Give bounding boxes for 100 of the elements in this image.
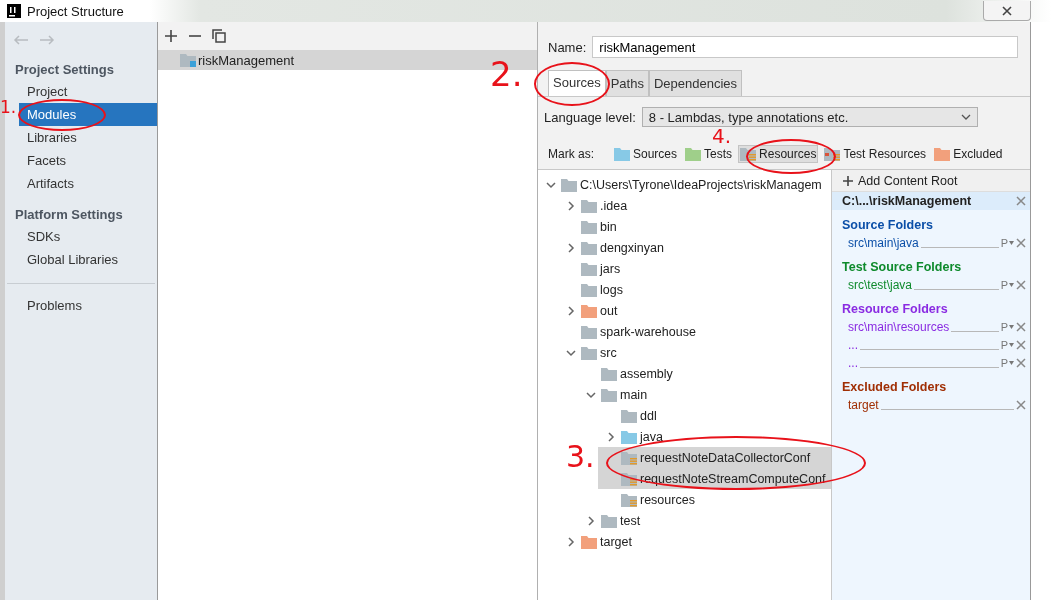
tree-row[interactable]: requestNoteStreamComputeConf: [598, 468, 831, 489]
tree-row[interactable]: spark-warehouse: [558, 321, 831, 342]
remove-icon[interactable]: [1016, 358, 1026, 368]
sidebar-item[interactable]: Artifacts: [19, 172, 157, 195]
tab[interactable]: Dependencies: [648, 70, 743, 96]
tab[interactable]: Sources: [548, 70, 606, 96]
plus-icon: [842, 174, 854, 187]
package-prefix-button[interactable]: P: [1000, 279, 1014, 291]
package-prefix-button[interactable]: P: [1000, 237, 1014, 249]
caret-icon: [1009, 283, 1014, 287]
folder-name: logs: [600, 282, 623, 297]
mark-as-label: Mark as:: [548, 147, 594, 161]
remove-icon[interactable]: [1016, 238, 1026, 248]
package-prefix-button[interactable]: P: [1000, 357, 1014, 369]
mark-as-button[interactable]: Excluded: [932, 145, 1005, 163]
folder-icon: [824, 147, 841, 161]
tree-row[interactable]: target: [558, 531, 831, 552]
folder-group-heading: Excluded Folders: [841, 379, 948, 396]
folder-group-heading: Resource Folders: [841, 301, 949, 318]
tree-row[interactable]: .idea: [558, 195, 831, 216]
sidebar-item[interactable]: SDKs: [19, 225, 157, 248]
folder-name: dengxinyan: [600, 240, 664, 255]
app-logo-icon: [7, 4, 21, 18]
tab[interactable]: Paths: [605, 70, 649, 96]
caret-icon: [1009, 343, 1014, 347]
folder-name: target: [600, 534, 632, 549]
tree-row[interactable]: out: [558, 300, 831, 321]
sidebar-item[interactable]: Problems: [19, 294, 157, 317]
tree-row[interactable]: test: [578, 510, 831, 531]
folder-name: requestNoteStreamComputeConf: [640, 471, 826, 486]
folder-name: spark-warehouse: [600, 324, 696, 339]
folder-name: resources: [640, 492, 695, 507]
copy-icon[interactable]: [212, 29, 226, 43]
tree-row[interactable]: bin: [558, 216, 831, 237]
folder-icon: [581, 282, 597, 297]
folder-name: src: [600, 345, 617, 360]
add-icon[interactable]: [164, 29, 178, 43]
section-heading: Project Settings: [14, 61, 115, 79]
folder-icon: [614, 147, 630, 161]
remove-icon[interactable]: [1016, 196, 1026, 206]
folder-icon: [581, 219, 597, 234]
folder-name: assembly: [620, 366, 673, 381]
folder-path: src\main\resources: [848, 320, 950, 334]
tree-row[interactable]: assembly: [578, 363, 831, 384]
tree-row[interactable]: src: [558, 342, 831, 363]
annotation-number: 1.: [0, 100, 17, 115]
sidebar-item[interactable]: Project: [19, 80, 157, 103]
sidebar-item[interactable]: Modules: [19, 103, 157, 126]
folder-path: src\main\java: [848, 236, 919, 250]
folder-icon: [581, 303, 597, 318]
module-name: riskManagement: [198, 52, 295, 68]
folder-icon: [685, 147, 702, 161]
folder-name: requestNoteDataCollectorConf: [640, 450, 811, 465]
sidebar-item[interactable]: Global Libraries: [19, 248, 157, 271]
annotation-number: 3.: [566, 444, 595, 470]
tree-row[interactable]: jars: [558, 258, 831, 279]
folder-group-heading: Source Folders: [841, 217, 934, 234]
tree-row[interactable]: dengxinyan: [558, 237, 831, 258]
module-icon: [180, 53, 196, 67]
remove-icon[interactable]: [1016, 400, 1026, 410]
folder-icon: [621, 408, 637, 423]
close-button[interactable]: [983, 1, 1031, 21]
mark-as-button[interactable]: Resources: [738, 145, 819, 163]
folder-icon: [621, 450, 637, 465]
remove-icon[interactable]: [1016, 322, 1026, 332]
tree-row[interactable]: java: [598, 426, 831, 447]
folder-path: src\test\java: [848, 278, 913, 292]
tree-row[interactable]: C:\Users\Tyrone\IdeaProjects\riskManagem: [538, 174, 831, 195]
mark-as-button[interactable]: Test Resources: [822, 145, 929, 163]
folder-icon: [581, 534, 597, 549]
remove-icon[interactable]: [1016, 280, 1026, 290]
name-label: Name:: [548, 39, 587, 55]
language-level-dropdown[interactable]: 8 - Lambdas, type annotations etc.: [641, 107, 978, 127]
sidebar-item[interactable]: Libraries: [19, 126, 157, 149]
package-prefix-button[interactable]: P: [1000, 321, 1014, 333]
chevron-down-icon: [960, 114, 971, 120]
remove-icon[interactable]: [1016, 340, 1026, 350]
tree-row[interactable]: requestNoteDataCollectorConf: [598, 447, 831, 468]
folder-path: ...: [848, 356, 858, 370]
add-content-root-button[interactable]: Add Content Root: [832, 170, 1030, 192]
tree-row[interactable]: resources: [598, 489, 831, 510]
folder-icon: [934, 147, 951, 161]
mark-as-button[interactable]: Tests: [683, 145, 735, 163]
folder-icon: [581, 198, 597, 213]
mark-as-button[interactable]: Sources: [612, 145, 680, 163]
folder-name: C:\Users\Tyrone\IdeaProjects\riskManagem: [580, 177, 822, 192]
tree-row[interactable]: logs: [558, 279, 831, 300]
tree-row[interactable]: main: [578, 384, 831, 405]
package-prefix-button[interactable]: P: [1000, 339, 1014, 351]
sidebar-item[interactable]: Facets: [19, 149, 157, 172]
folder-icon: [621, 471, 637, 486]
folder-icon: [601, 387, 617, 402]
tree-row[interactable]: ddl: [598, 405, 831, 426]
folder-name: out: [600, 303, 618, 318]
folder-icon: [581, 324, 597, 339]
name-field[interactable]: riskManagement: [592, 36, 1018, 58]
content-root-path: C:\...\riskManagement: [842, 194, 972, 208]
folder-icon: [581, 261, 597, 276]
folder-name: ddl: [640, 408, 657, 423]
folder-icon: [621, 429, 637, 444]
